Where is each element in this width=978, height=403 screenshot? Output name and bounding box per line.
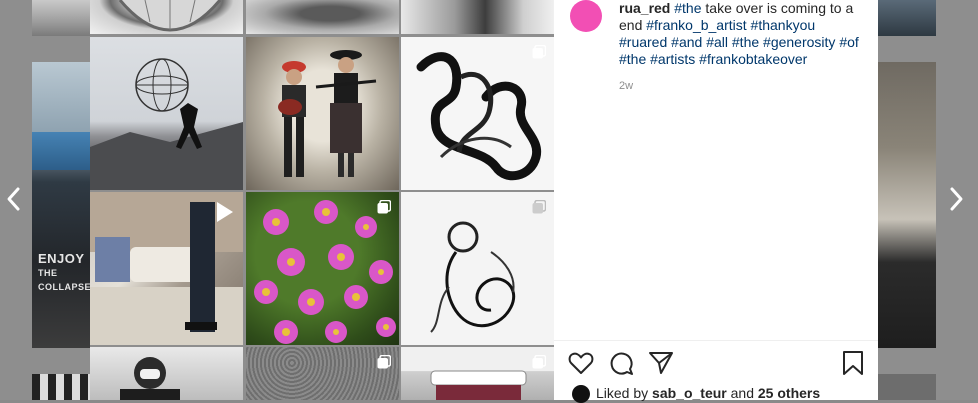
grid-image-masked-person[interactable] xyxy=(90,347,243,400)
send-icon[interactable] xyxy=(648,350,674,376)
grid-image-sketch[interactable] xyxy=(401,192,554,345)
carousel-icon xyxy=(377,355,391,369)
post-side-panel: rua_red #the take over is coming to a en… xyxy=(554,0,878,403)
hashtag-link[interactable]: #the xyxy=(619,51,646,67)
grid-image-dome[interactable] xyxy=(90,0,243,34)
chevron-right-icon[interactable] xyxy=(946,186,966,212)
carousel-icon xyxy=(377,200,391,214)
background-post-image xyxy=(32,0,90,36)
post-caption: rua_red #the take over is coming to a en… xyxy=(619,0,867,68)
background-post-image xyxy=(878,0,936,36)
post-timestamp[interactable]: 2w xyxy=(619,80,633,92)
hashtag-link[interactable]: #ruared xyxy=(619,34,667,50)
likes-others-link[interactable]: 25 others xyxy=(758,385,820,401)
sketch-illustration xyxy=(430,221,516,333)
avatar[interactable] xyxy=(570,0,602,32)
hashtag-link[interactable]: #the xyxy=(732,34,759,50)
ink-drawing-illustration xyxy=(416,52,542,181)
sphere-figure-illustration xyxy=(90,58,243,190)
hashtag-link[interactable]: #generosity xyxy=(763,34,835,50)
carousel-icon xyxy=(532,45,546,59)
hashtag-link[interactable]: #of xyxy=(839,34,858,50)
grid-image-flowers[interactable] xyxy=(246,192,399,345)
likes-summary: Liked by sab_o_teur and 25 others xyxy=(572,385,820,403)
post-actions xyxy=(568,350,866,376)
likes-prefix: Liked by xyxy=(596,385,653,401)
bridge-rail xyxy=(32,132,90,170)
hashtag-link[interactable]: #artists xyxy=(650,51,695,67)
grid-image-musicians[interactable] xyxy=(246,37,399,190)
masked-person-illustration xyxy=(120,357,180,400)
chevron-left-icon[interactable] xyxy=(4,186,24,212)
liker-avatar[interactable] xyxy=(572,385,590,403)
post-image-grid xyxy=(90,0,554,400)
hashtag-link[interactable]: #and xyxy=(671,34,702,50)
hashtag-link[interactable]: #all xyxy=(706,34,728,50)
grid-image-figure[interactable] xyxy=(401,0,554,34)
grid-image-hands[interactable] xyxy=(246,0,399,34)
grid-image-table[interactable] xyxy=(401,347,554,400)
next-post-image[interactable] xyxy=(878,62,936,348)
graffiti-line-1: ENJOY xyxy=(38,251,85,266)
caption-username[interactable]: rua_red xyxy=(619,0,670,16)
hashtag-link[interactable]: #the xyxy=(674,0,701,16)
liker-username[interactable]: sab_o_teur xyxy=(652,385,727,401)
divider xyxy=(554,340,878,341)
comment-icon[interactable] xyxy=(608,350,634,376)
graffiti-line-3: COLLAPSE xyxy=(38,282,90,292)
background-post-image xyxy=(878,374,936,400)
bookmark-icon[interactable] xyxy=(840,350,866,376)
background-post-image xyxy=(32,374,90,400)
dome-shape xyxy=(118,0,222,32)
heart-icon[interactable] xyxy=(568,350,594,376)
hashtag-link[interactable]: #thankyou xyxy=(751,17,816,33)
video-icon xyxy=(217,202,233,222)
wall-graffiti-text: ENJOY THE COLLAPSE xyxy=(38,252,90,294)
likes-and: and xyxy=(726,385,758,401)
grid-image-sphere-figure[interactable] xyxy=(90,37,243,190)
carousel-icon xyxy=(532,355,546,369)
graffiti-line-2: THE xyxy=(38,268,58,278)
previous-post-image[interactable]: ENJOY THE COLLAPSE xyxy=(32,62,90,348)
hashtag-link[interactable]: #franko_b_artist xyxy=(646,17,746,33)
carousel-icon xyxy=(532,200,546,214)
grid-image-bedroom-video[interactable] xyxy=(90,192,243,345)
hashtag-link[interactable]: #frankobtakeover xyxy=(699,51,807,67)
grid-image-ink-drawing[interactable] xyxy=(401,37,554,190)
musicians-illustration xyxy=(278,50,377,177)
grid-image-texture[interactable] xyxy=(246,347,399,400)
flowers-illustration xyxy=(254,200,396,344)
